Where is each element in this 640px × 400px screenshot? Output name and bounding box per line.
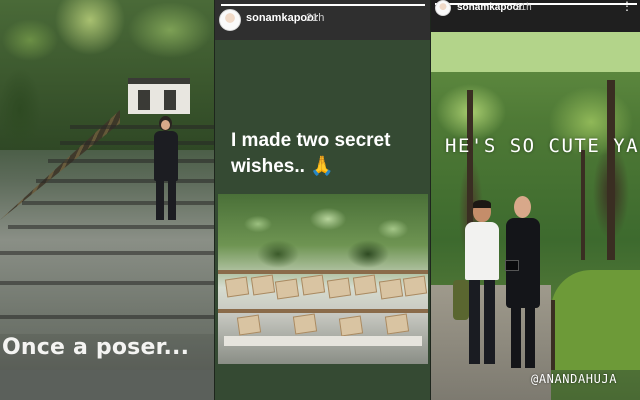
stair-step — [70, 125, 214, 129]
rack-base — [224, 336, 422, 346]
stair-step — [0, 315, 214, 319]
leaves — [218, 194, 428, 274]
story-panel-couple[interactable]: HE'S SO CUTE YA.. @ANANDAHUJA sonamkapoo… — [430, 0, 640, 400]
wooden-plaque — [326, 277, 352, 299]
moss-ground — [551, 270, 640, 370]
wooden-plaque — [378, 278, 404, 300]
story-header: sonamkapoor 21h — [215, 0, 430, 40]
stair-step — [0, 281, 214, 285]
fence-post — [551, 300, 555, 370]
ema-wish-photo — [218, 194, 428, 364]
story-panel-stairs[interactable]: Once a poser... — [0, 0, 214, 400]
stair-step — [48, 159, 214, 163]
woman-figure — [146, 116, 186, 224]
tree-trunk — [581, 150, 585, 260]
man-figure — [453, 200, 505, 370]
wooden-plaque — [224, 276, 250, 298]
wooden-plaque — [292, 313, 318, 335]
more-vertical-icon[interactable]: ⋮ — [621, 0, 633, 12]
story-caption: Once a poser... — [2, 335, 190, 360]
story-collage: Once a poser... sonamkapoor 21h I made t… — [0, 0, 640, 400]
wooden-plaque — [338, 315, 364, 337]
wooden-plaque — [300, 274, 326, 296]
story-header: sonamkapoor 21h ⋮ — [431, 0, 640, 32]
stair-step — [60, 141, 214, 145]
lime-band — [431, 32, 640, 72]
post-time: 21h — [306, 12, 325, 24]
story-panel-wishes[interactable]: sonamkapoor 21h I made two secret wishes… — [214, 0, 430, 400]
story-progress-bar — [221, 4, 425, 6]
panel-footer — [215, 370, 430, 400]
wooden-plaque — [236, 314, 262, 336]
tree-trunk — [607, 80, 615, 260]
username[interactable]: sonamkapoor — [457, 2, 523, 13]
wish-rack — [218, 270, 428, 274]
stair-step — [8, 225, 214, 229]
stair-step — [0, 251, 214, 255]
wooden-plaque — [384, 313, 410, 335]
avatar[interactable] — [435, 0, 451, 16]
avatar[interactable] — [219, 9, 241, 31]
woman-figure — [503, 194, 543, 372]
story-text: I made two secret wishes.. 🙏 — [231, 130, 391, 177]
post-time: 21h — [515, 2, 532, 13]
wish-rack — [218, 309, 428, 313]
temple-building — [128, 78, 190, 114]
stair-step — [36, 179, 214, 183]
panel-footer — [0, 370, 214, 400]
wooden-plaque — [250, 274, 276, 296]
story-caption: HE'S SO CUTE YA.. — [445, 135, 640, 157]
wooden-plaque — [274, 278, 300, 300]
mention-tag[interactable]: @ANANDAHUJA — [531, 372, 617, 386]
wooden-plaque — [402, 275, 428, 297]
wooden-plaque — [352, 274, 378, 296]
